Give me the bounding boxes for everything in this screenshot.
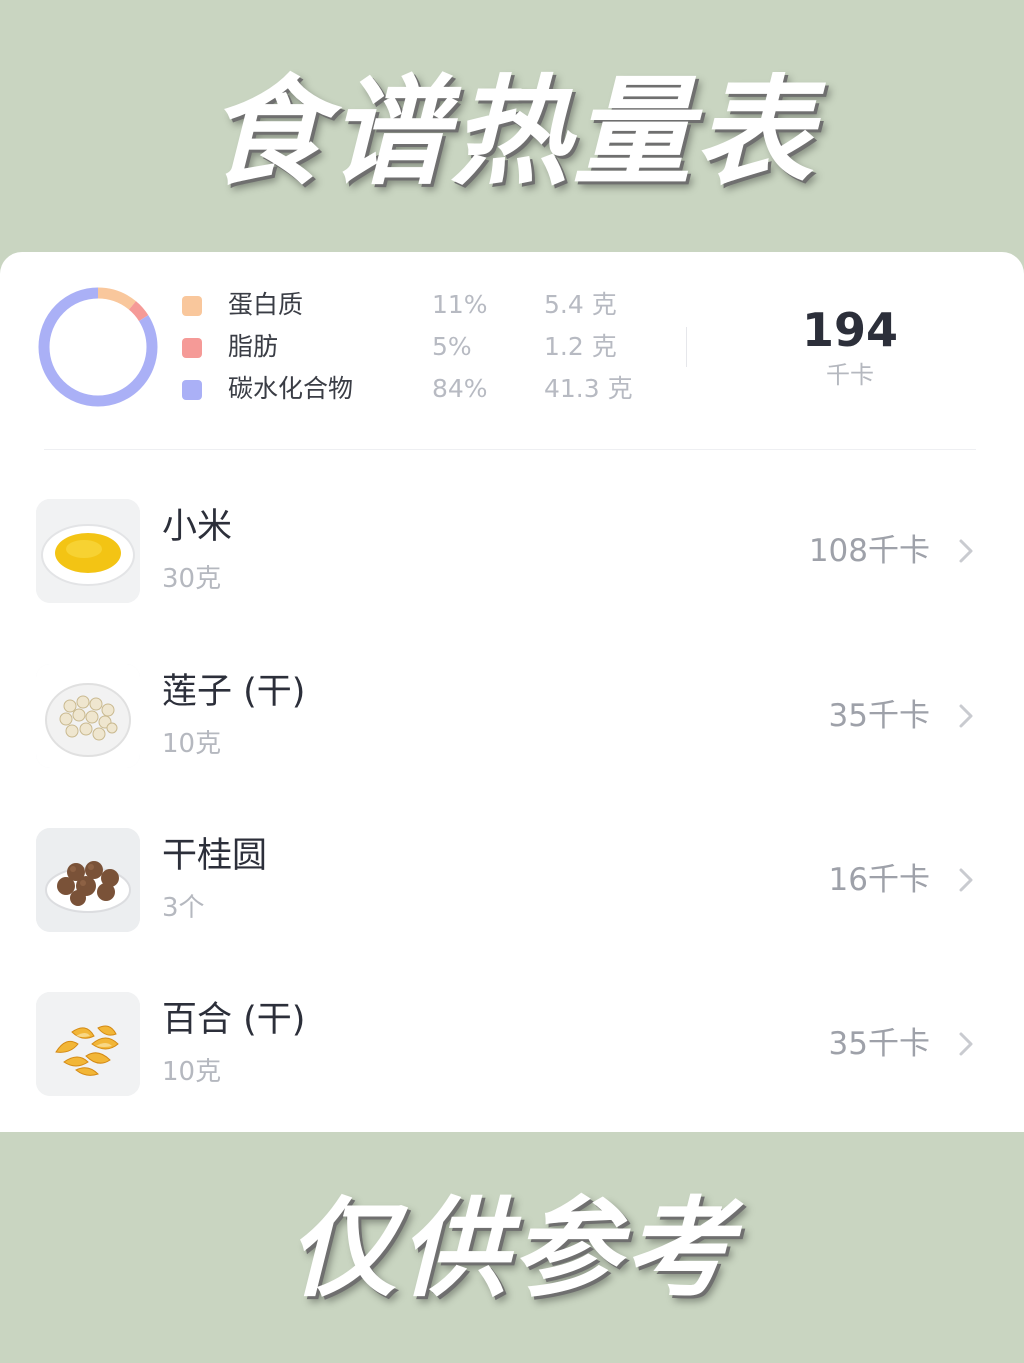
macronutrient-donut-chart xyxy=(38,287,158,407)
legend-row-carbohydrate: 碳水化合物 84% 41.3 克 xyxy=(182,369,652,409)
nutrition-summary: 蛋白质 11% 5.4 克 脂肪 5% 1.2 克 碳水化合物 84% 41.3… xyxy=(0,252,1024,450)
fat-percent: 5% xyxy=(432,332,472,361)
dried-lily-icon xyxy=(36,992,140,1096)
food-calories: 35千卡 xyxy=(828,1026,930,1062)
food-calories: 108千卡 xyxy=(808,533,930,569)
protein-grams: 5.4 克 xyxy=(544,290,617,319)
footer-note: 仅供参考 xyxy=(287,1187,736,1312)
food-amount: 3个 xyxy=(162,893,205,923)
fat-color-swatch xyxy=(182,338,202,358)
lotus-seed-icon xyxy=(36,664,140,768)
protein-label: 蛋白质 xyxy=(228,290,304,319)
millet-icon xyxy=(36,499,140,603)
food-item-dried-lily[interactable]: 百合 (干) 10克 35千卡 xyxy=(0,992,1024,1102)
fat-label: 脂肪 xyxy=(228,332,279,361)
total-calories-value: 194 xyxy=(801,303,899,357)
summary-divider xyxy=(686,327,687,367)
food-item-millet[interactable]: 小米 30克 108千卡 xyxy=(0,499,1024,609)
carbohydrate-label: 碳水化合物 xyxy=(228,374,354,403)
food-name: 小米 xyxy=(162,507,233,547)
food-item-dried-lotus-seed[interactable]: 莲子 (干) 10克 35千卡 xyxy=(0,664,1024,774)
protein-percent: 11% xyxy=(432,290,488,319)
chevron-right-icon xyxy=(959,539,973,563)
carbohydrate-percent: 84% xyxy=(432,374,488,403)
total-calories-unit: 千卡 xyxy=(826,361,874,389)
food-name: 百合 (干) xyxy=(162,1000,306,1040)
fat-grams: 1.2 克 xyxy=(544,332,617,361)
food-name: 莲子 (干) xyxy=(162,672,306,712)
food-calories: 16千卡 xyxy=(828,862,930,898)
food-calories: 35千卡 xyxy=(828,698,930,734)
nutrition-card: 蛋白质 11% 5.4 克 脂肪 5% 1.2 克 碳水化合物 84% 41.3… xyxy=(0,252,1024,1132)
food-item-dried-longan[interactable]: 干桂圆 3个 16千卡 xyxy=(0,828,1024,938)
protein-color-swatch xyxy=(182,296,202,316)
food-amount: 10克 xyxy=(162,729,222,759)
dried-longan-icon xyxy=(36,828,140,932)
chevron-right-icon xyxy=(959,704,973,728)
food-amount: 10克 xyxy=(162,1057,222,1087)
food-name: 干桂圆 xyxy=(162,836,268,876)
food-amount: 30克 xyxy=(162,564,222,594)
chevron-right-icon xyxy=(959,1032,973,1056)
legend-row-fat: 脂肪 5% 1.2 克 xyxy=(182,327,652,367)
carbohydrate-grams: 41.3 克 xyxy=(544,374,633,403)
carbohydrate-color-swatch xyxy=(182,380,202,400)
chevron-right-icon xyxy=(959,868,973,892)
legend-row-protein: 蛋白质 11% 5.4 克 xyxy=(182,285,652,325)
page-title: 食谱热量表 xyxy=(206,63,817,201)
summary-separator xyxy=(44,449,976,450)
